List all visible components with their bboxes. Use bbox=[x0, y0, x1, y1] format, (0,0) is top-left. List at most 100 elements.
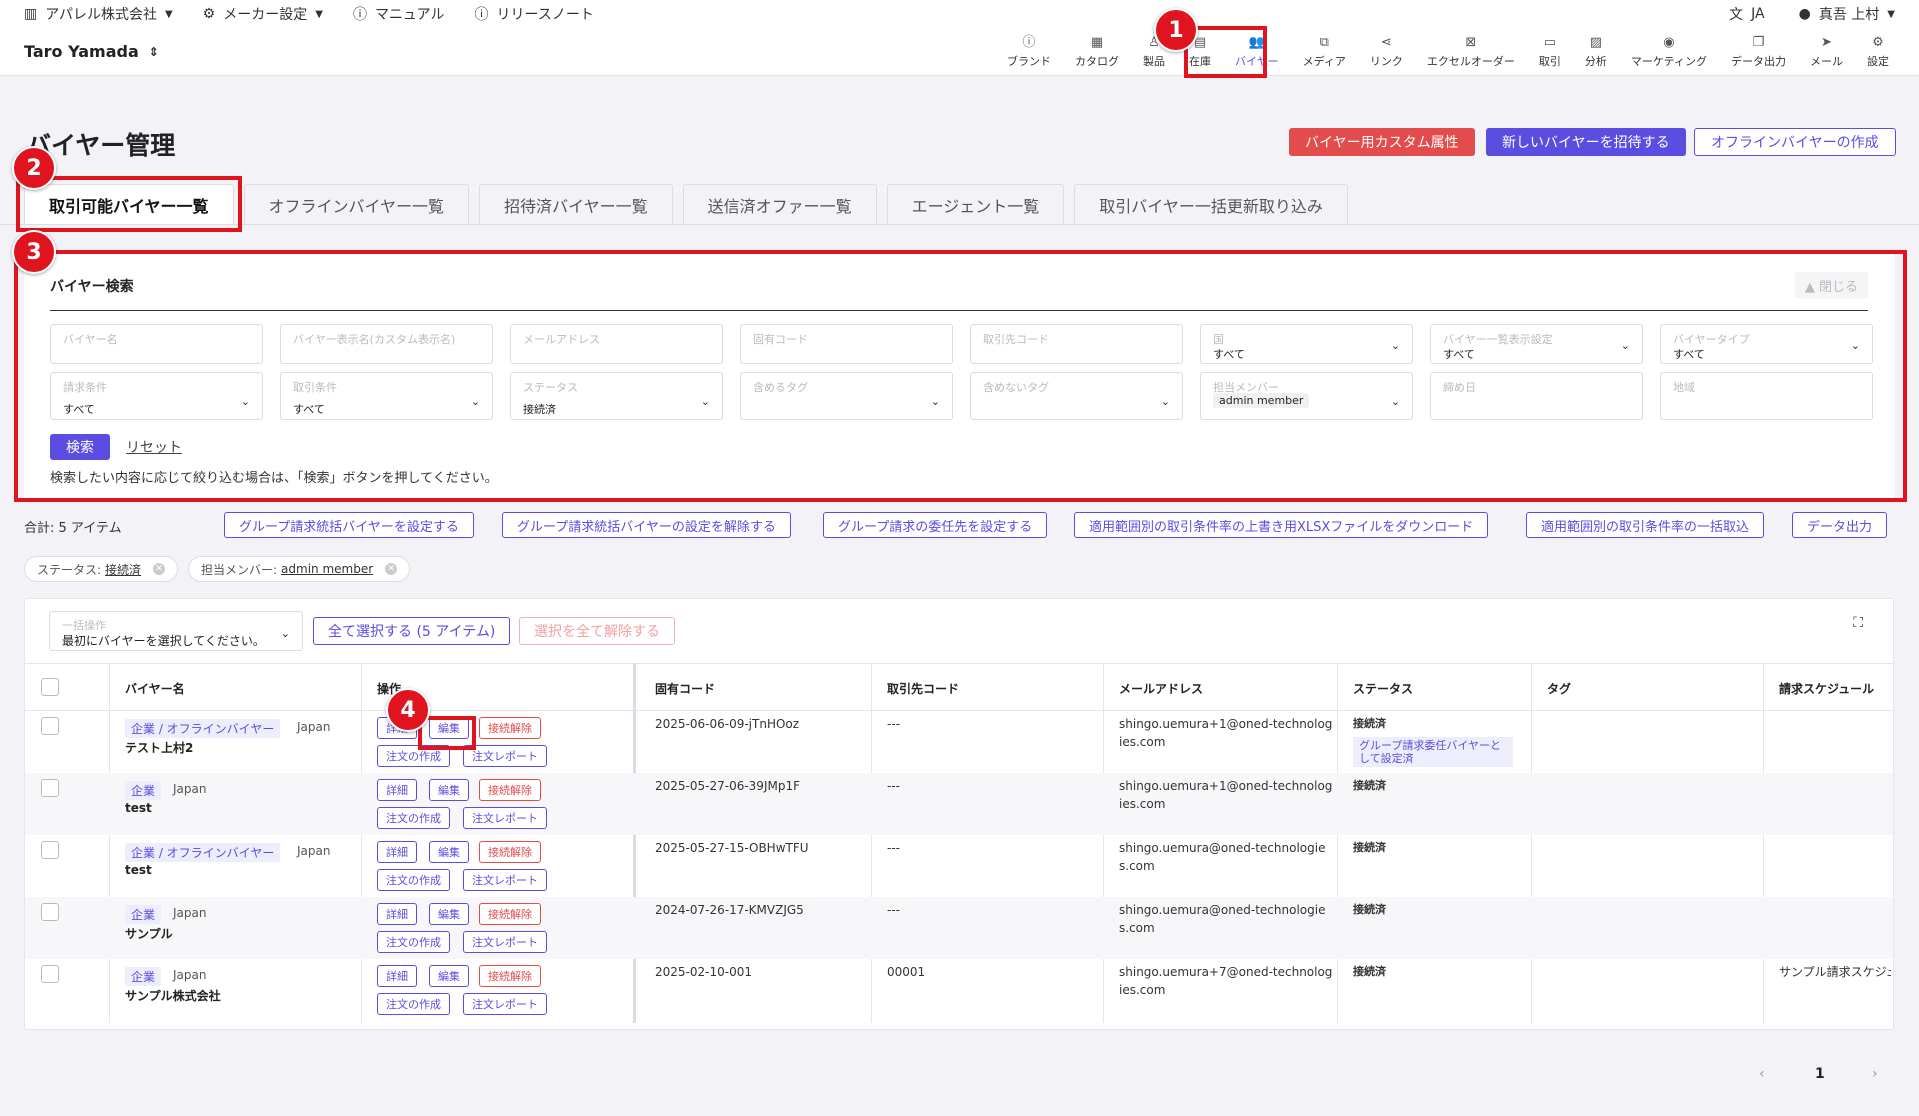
caret-down-icon: ▼ bbox=[315, 8, 323, 20]
col-partner-code: 取引先コード bbox=[887, 682, 960, 696]
disconnect-button[interactable]: 接続解除 bbox=[479, 903, 541, 925]
set-group-billing-button[interactable]: グループ請求統括バイヤーを設定する bbox=[224, 512, 474, 538]
buyer-country: Japan bbox=[173, 782, 207, 796]
detail-button[interactable]: 詳細 bbox=[377, 965, 417, 987]
tab-invited-buyers[interactable]: 招待済バイヤー一覧 bbox=[479, 184, 673, 224]
email: shingo.uemura+7@oned-technolog bbox=[1119, 965, 1333, 979]
detail-button[interactable]: 詳細 bbox=[377, 779, 417, 801]
company-switcher[interactable]: ▥ アパレル株式会社 ▼ bbox=[24, 4, 173, 24]
nav-transactions[interactable]: ▭ 取引 bbox=[1527, 28, 1573, 76]
buyer-country: Japan bbox=[173, 968, 207, 982]
row-checkbox[interactable] bbox=[41, 779, 59, 797]
status-filter-chip[interactable]: ステータス: 接続済 ✕ bbox=[24, 556, 179, 582]
order-report-button[interactable]: 注文レポート bbox=[463, 807, 547, 829]
edit-button[interactable]: 編集 bbox=[429, 779, 469, 801]
unique-code: 2025-02-10-001 bbox=[655, 965, 752, 979]
nav-mail[interactable]: ➤ メール bbox=[1798, 28, 1855, 76]
buyer-name: サンプル株式会社 bbox=[125, 989, 221, 1003]
chart-icon: ▨ bbox=[1589, 34, 1603, 50]
maker-settings-label: メーカー設定 bbox=[223, 7, 308, 23]
col-billing-schedule: 請求スケジュール bbox=[1779, 682, 1875, 696]
unset-group-billing-button[interactable]: グループ請求統括バイヤーの設定を解除する bbox=[502, 512, 791, 538]
user-menu[interactable]: ● 真吾 上村 ▼ bbox=[1799, 4, 1895, 24]
disconnect-button[interactable]: 接続解除 bbox=[479, 965, 541, 987]
email: shingo.uemura@oned-technologie bbox=[1119, 903, 1326, 917]
prev-page-button[interactable]: ‹ bbox=[1759, 1066, 1765, 1082]
create-order-button[interactable]: 注文の作成 bbox=[377, 931, 450, 953]
page-1-button[interactable]: 1 bbox=[1815, 1066, 1825, 1082]
order-report-button[interactable]: 注文レポート bbox=[463, 993, 547, 1015]
send-icon: ➤ bbox=[1821, 34, 1832, 50]
updown-icon: ⇕ bbox=[148, 44, 159, 59]
col-email: メールアドレス bbox=[1119, 682, 1204, 696]
partner-code: --- bbox=[887, 779, 900, 793]
excel-icon: ⊠ bbox=[1465, 34, 1477, 50]
broadcast-icon: ◉ bbox=[1663, 34, 1675, 50]
language-switcher[interactable]: 文 JA bbox=[1729, 4, 1764, 24]
cast-icon: ⧉ bbox=[1319, 34, 1329, 50]
main-nav: ⓘ ブランド ▦ カタログ ♙ 製品 ▤ 在庫 👥 バイヤー ⧉ メディア ⋖ リンク ⊠ エク… bbox=[995, 28, 1901, 76]
custom-attribute-button[interactable]: バイヤー用カスタム属性 bbox=[1289, 128, 1475, 156]
nav-data-export[interactable]: ❐ データ出力 bbox=[1719, 28, 1798, 76]
detail-button[interactable]: 詳細 bbox=[377, 841, 417, 863]
create-offline-buyer-button[interactable]: オフラインバイヤーの作成 bbox=[1694, 128, 1896, 156]
invite-buyer-button[interactable]: 新しいバイヤーを招待する bbox=[1486, 128, 1686, 156]
row-checkbox[interactable] bbox=[41, 841, 59, 859]
nav-catalog[interactable]: ▦ カタログ bbox=[1063, 28, 1131, 76]
nav-analytics[interactable]: ▨ 分析 bbox=[1573, 28, 1619, 76]
tab-agents[interactable]: エージェント一覧 bbox=[886, 184, 1065, 224]
edit-button[interactable]: 編集 bbox=[429, 841, 469, 863]
account-switcher[interactable]: Taro Yamada ⇕ bbox=[24, 42, 159, 61]
bulk-action-select[interactable]: 一括操作 最初にバイヤーを選択してください。 ⌄ bbox=[49, 611, 303, 651]
remove-icon[interactable]: ✕ bbox=[153, 563, 166, 575]
row-checkbox[interactable] bbox=[41, 965, 59, 983]
nav-label: メール bbox=[1810, 54, 1843, 68]
disconnect-button[interactable]: 接続解除 bbox=[479, 779, 541, 801]
nav-marketing[interactable]: ◉ マーケティング bbox=[1619, 28, 1719, 76]
select-all-button[interactable]: 全て選択する (5 アイテム) bbox=[313, 617, 511, 645]
company-name: アパレル株式会社 bbox=[45, 7, 157, 23]
account-name: Taro Yamada bbox=[24, 42, 139, 61]
email: shingo.uemura@oned-technologie bbox=[1119, 841, 1326, 855]
brand-icon: ⓘ bbox=[1022, 34, 1036, 50]
download-xlsx-button[interactable]: 適用範囲別の取引条件率の上書き用XLSXファイルをダウンロード bbox=[1074, 512, 1489, 538]
member-filter-chip[interactable]: 担当メンバー: admin member ✕ bbox=[188, 556, 411, 582]
select-all-checkbox[interactable] bbox=[41, 678, 59, 696]
row-checkbox[interactable] bbox=[41, 903, 59, 921]
tab-offline-buyers[interactable]: オフラインバイヤー一覧 bbox=[243, 184, 470, 224]
edit-button[interactable]: 編集 bbox=[429, 965, 469, 987]
bulk-import-button[interactable]: 適用範囲別の取引条件率の一括取込 bbox=[1526, 512, 1765, 538]
top-bar: ▥ アパレル株式会社 ▼ ⚙ メーカー設定 ▼ ⓘ マニュアル ⓘ リリースノー… bbox=[0, 0, 1919, 28]
release-notes-link[interactable]: ⓘ リリースノート bbox=[475, 4, 594, 24]
tab-sent-offers[interactable]: 送信済オファー一覧 bbox=[682, 184, 877, 224]
nav-excel-order[interactable]: ⊠ エクセルオーダー bbox=[1415, 28, 1527, 76]
manual-link[interactable]: ⓘ マニュアル bbox=[353, 4, 445, 24]
edit-button[interactable]: 編集 bbox=[429, 903, 469, 925]
user-name: 真吾 上村 bbox=[1818, 7, 1880, 23]
nav-media[interactable]: ⧉ メディア bbox=[1291, 28, 1358, 76]
annotation-badge-4: 4 bbox=[386, 688, 430, 732]
partner-code: --- bbox=[887, 717, 900, 731]
detail-button[interactable]: 詳細 bbox=[377, 903, 417, 925]
order-report-button[interactable]: 注文レポート bbox=[463, 931, 547, 953]
set-delegate-button[interactable]: グループ請求の委任先を設定する bbox=[823, 512, 1048, 538]
create-order-button[interactable]: 注文の作成 bbox=[377, 993, 450, 1015]
row-checkbox[interactable] bbox=[41, 717, 59, 735]
next-page-button[interactable]: › bbox=[1872, 1066, 1878, 1082]
nav-brand[interactable]: ⓘ ブランド bbox=[995, 28, 1063, 76]
fullscreen-icon[interactable]: ⛶ bbox=[1853, 615, 1863, 631]
order-report-button[interactable]: 注文レポート bbox=[463, 869, 547, 891]
nav-links[interactable]: ⋖ リンク bbox=[1358, 28, 1415, 76]
remove-icon[interactable]: ✕ bbox=[385, 563, 398, 575]
disconnect-button[interactable]: 接続解除 bbox=[479, 717, 541, 739]
deselect-all-button[interactable]: 選択を全て解除する bbox=[519, 617, 675, 645]
maker-settings-menu[interactable]: ⚙ メーカー設定 ▼ bbox=[203, 4, 323, 24]
disconnect-button[interactable]: 接続解除 bbox=[479, 841, 541, 863]
nav-settings[interactable]: ⚙ 設定 bbox=[1855, 28, 1901, 76]
data-export-button[interactable]: データ出力 bbox=[1792, 512, 1888, 538]
create-order-button[interactable]: 注文の作成 bbox=[377, 869, 450, 891]
status: 接続済 bbox=[1353, 965, 1386, 978]
create-order-button[interactable]: 注文の作成 bbox=[377, 807, 450, 829]
email-cont: s.com bbox=[1119, 859, 1155, 873]
tab-bulk-update-import[interactable]: 取引バイヤー一括更新取り込み bbox=[1074, 184, 1348, 224]
